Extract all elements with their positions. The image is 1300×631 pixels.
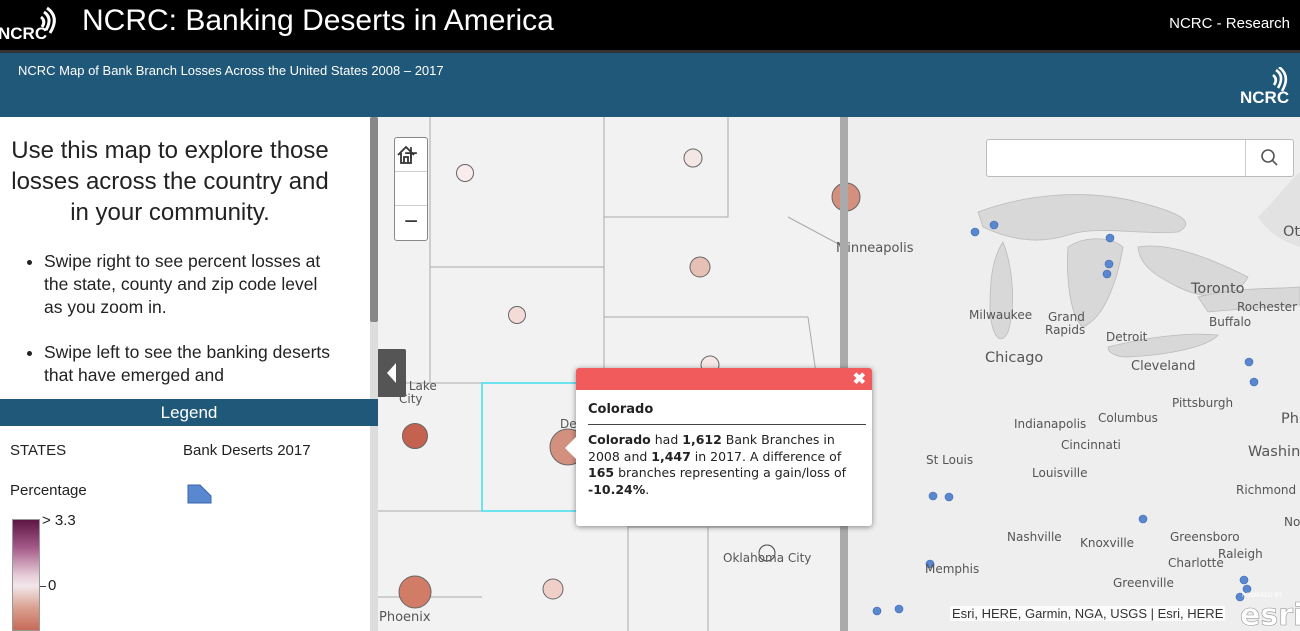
popup-text: .	[645, 481, 650, 497]
city-label: Buffalo	[1209, 315, 1252, 329]
popup-state: Colorado	[588, 432, 651, 447]
map-view[interactable]: Minneapolis Toronto Rochester Buffalo Mi…	[378, 117, 1300, 631]
state-circle	[508, 306, 526, 324]
city-label: Chicago	[985, 350, 1044, 366]
desert-symbol-icon	[187, 484, 213, 509]
city-label: Charlotte	[1168, 556, 1224, 570]
intro-heading: Use this map to explore those losses acr…	[11, 137, 329, 226]
city-label: Knoxville	[1080, 536, 1135, 550]
city-label: Richmond	[1236, 483, 1297, 497]
city-label: Grand	[1048, 310, 1085, 324]
ramp-zero-label: 0	[48, 577, 57, 594]
popup-text: branches representing a gain/loss of	[614, 465, 847, 480]
city-label: Phoenix	[379, 610, 431, 625]
city-label: Rochester	[1237, 300, 1297, 314]
map-subtitle: NCRC Map of Bank Branch Losses Across th…	[18, 63, 444, 78]
state-circle	[402, 423, 428, 449]
zoom-controls: + −	[394, 137, 428, 241]
esri-logo-text: esri	[1240, 598, 1300, 631]
legend-panel: STATES Bank Deserts 2017 Percentage > 3.…	[0, 426, 370, 631]
state-circle	[398, 575, 432, 609]
state-circle	[542, 578, 564, 600]
city-label: Rapids	[1045, 323, 1086, 337]
legend-percentage-label: Percentage	[10, 482, 87, 499]
state-circle	[456, 164, 474, 182]
legend-states-label: STATES	[10, 442, 67, 459]
state-circle	[689, 256, 711, 278]
city-label: Phi	[1281, 411, 1300, 427]
city-label: Detroit	[1106, 330, 1148, 344]
city-label: Pittsburgh	[1172, 396, 1234, 410]
city-label: Norf	[1284, 515, 1300, 529]
popup-percent: -10.24%	[588, 481, 646, 497]
search-input[interactable]	[987, 140, 1245, 176]
popup-close-button[interactable]: ✖	[853, 369, 866, 389]
city-label: Louisville	[1032, 466, 1088, 480]
esri-logo[interactable]: POWERED BY esri	[1240, 585, 1300, 631]
popup-branches-2017: 1,447	[651, 448, 691, 464]
research-link[interactable]: NCRC - Research	[1169, 15, 1290, 32]
popup-text: in 2017. A difference of	[690, 448, 842, 464]
city-label: Memphis	[925, 562, 980, 576]
search-icon	[1261, 149, 1278, 166]
page-title: NCRC: Banking Deserts in America	[82, 4, 554, 37]
city-label: Oklahoma City	[723, 551, 812, 565]
search-button[interactable]	[1245, 140, 1293, 176]
popup-divider	[588, 424, 866, 425]
city-label: Milwaukee	[969, 308, 1033, 322]
home-button[interactable]	[395, 145, 427, 206]
legend-deserts-label: Bank Deserts 2017	[183, 442, 311, 459]
intro-panel[interactable]: Use this map to explore those losses acr…	[0, 117, 370, 399]
ncrc-logo-secondary: NCRC	[1224, 65, 1294, 109]
popup-branches-2008: 1,612	[682, 432, 722, 447]
city-label: Raleigh	[1218, 547, 1263, 561]
popup-title: Colorado	[588, 402, 654, 417]
city-label: Toronto	[1191, 281, 1245, 297]
city-label: Greenville	[1113, 576, 1174, 590]
city-label: Cleveland	[1131, 359, 1196, 374]
city-label: Washingto	[1248, 444, 1300, 460]
city-label: Cincinnati	[1061, 438, 1121, 452]
sub-header: NCRC Map of Bank Branch Losses Across th…	[0, 50, 1300, 117]
zoom-out-button[interactable]: −	[395, 206, 427, 240]
percentage-color-ramp	[12, 519, 40, 631]
ramp-max-label: > 3.3	[42, 512, 76, 529]
app-header: NCRC NCRC: Banking Deserts in America NC…	[0, 0, 1300, 50]
city-label: Nashville	[1007, 530, 1062, 544]
side-panel: Use this map to explore those losses acr…	[0, 117, 378, 631]
ncrc-logo[interactable]: NCRC	[0, 6, 70, 46]
state-info-popup: ✖ Colorado Colorado had 1,612 Bank Branc…	[565, 368, 872, 526]
map-attribution[interactable]: Esri, HERE, Garmin, NGA, USGS | Esri, HE…	[950, 606, 1226, 621]
intro-bullet: Swipe right to see percent losses at the…	[44, 250, 370, 319]
intro-list: Swipe right to see percent losses at the…	[44, 250, 370, 387]
scrollbar-thumb[interactable]	[370, 117, 378, 322]
state-circle	[683, 148, 703, 168]
legend-header[interactable]: Legend	[0, 399, 378, 426]
city-label: Ot	[1283, 224, 1300, 240]
popup-header: ✖	[576, 368, 872, 390]
city-label: Indianapolis	[1014, 417, 1087, 431]
ramp-tick	[40, 586, 46, 587]
city-label: De	[560, 417, 577, 431]
logo-text: NCRC	[0, 24, 47, 43]
search-widget	[986, 139, 1294, 177]
city-label: Columbus	[1098, 411, 1158, 425]
panel-collapse-button[interactable]	[378, 349, 406, 397]
chevron-left-icon	[387, 363, 396, 383]
intro-bullet: Swipe left to see the banking deserts th…	[44, 341, 370, 387]
logo-text-secondary: NCRC	[1240, 88, 1289, 107]
city-label: Greensboro	[1170, 530, 1240, 544]
popup-body: Colorado had 1,612 Bank Branches in 2008…	[588, 432, 862, 498]
city-label: St Louis	[926, 453, 974, 467]
popup-difference: 165	[588, 465, 615, 480]
popup-text: had	[650, 432, 683, 447]
popup-pointer	[565, 436, 577, 460]
home-icon	[397, 145, 415, 164]
